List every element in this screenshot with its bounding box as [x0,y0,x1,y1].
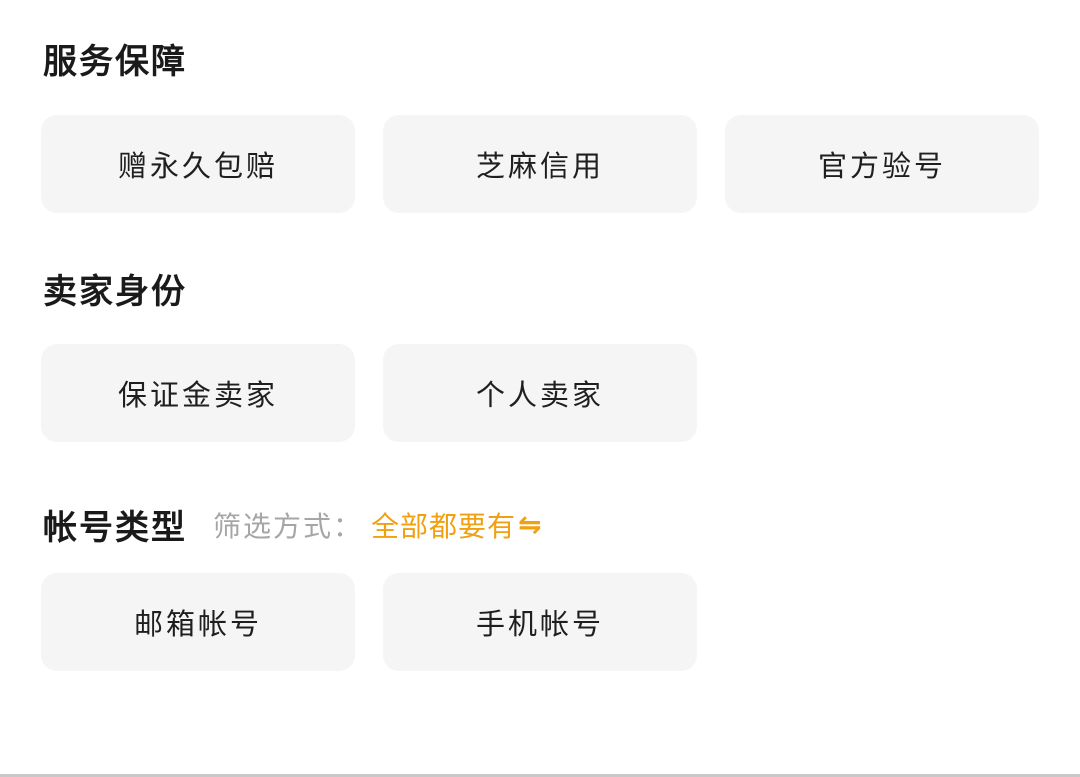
seller-identity-title: 卖家身份 [43,272,187,312]
option-phone-account[interactable]: 手机帐号 [383,573,697,671]
filter-mode-value: 全部都要有 [371,509,517,543]
swap-icon: ⇋ [518,508,543,541]
account-type-title: 帐号类型 [43,508,187,548]
service-guarantee-title: 服务保障 [43,42,187,82]
option-official-verification[interactable]: 官方验号 [725,115,1039,213]
option-sesame-credit[interactable]: 芝麻信用 [383,115,697,213]
option-permanent-compensation[interactable]: 赠永久包赔 [41,115,355,213]
option-individual-seller[interactable]: 个人卖家 [383,344,697,442]
service-guarantee-options: 赠永久包赔 芝麻信用 官方验号 [41,115,1039,213]
filter-mode-label: 筛选方式： [213,509,364,543]
account-type-header: 帐号类型 筛选方式： 全部都要有 ⇋ [43,500,543,549]
seller-identity-options: 保证金卖家 个人卖家 [41,344,697,442]
option-deposit-seller[interactable]: 保证金卖家 [41,344,355,442]
account-type-options: 邮箱帐号 手机帐号 [41,573,697,671]
option-email-account[interactable]: 邮箱帐号 [41,573,355,671]
filter-mode-toggle[interactable]: 全部都要有 ⇋ [371,505,542,545]
